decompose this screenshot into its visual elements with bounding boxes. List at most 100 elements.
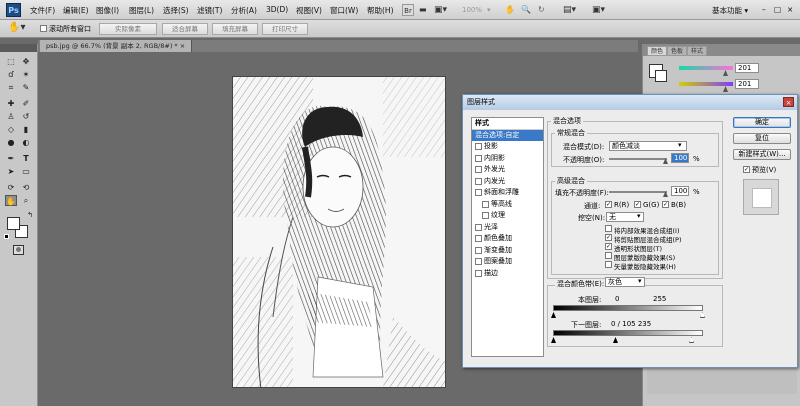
lasso-tool-icon[interactable]: ɗ [5,69,17,80]
tab-styles[interactable]: 样式 [687,46,708,56]
style-item-satin[interactable]: 光泽 [472,222,543,234]
swap-colors-icon[interactable]: ↰ [24,210,36,221]
style-checkbox[interactable] [475,189,482,197]
rotate-view-icon[interactable]: ↻ [538,4,545,16]
eraser-icon[interactable]: ◇ [5,124,17,135]
dialog-close-icon[interactable]: × [783,97,794,107]
fill-opacity-slider[interactable] [609,191,667,193]
gradient-tool-icon[interactable]: ▮ [20,124,32,135]
zoom-dropdown-icon[interactable]: ▾ [487,4,491,16]
document-canvas-image[interactable] [232,76,446,388]
workspace-switcher[interactable]: 基本功能 ▾ [712,5,748,16]
preview-checkbox[interactable]: ✓ [743,166,750,173]
hand-tool-preset-icon[interactable]: ✋▾ [8,22,25,33]
styles-header[interactable]: 样式 [472,118,543,130]
arrange-documents-icon[interactable]: ▤▾ [563,4,576,16]
style-checkbox[interactable] [475,258,482,266]
bridge-icon[interactable]: Br [402,4,414,16]
blend-mode-select[interactable]: 颜色减淡 [609,141,687,151]
menu-edit[interactable]: 编辑(E) [63,5,89,16]
magic-wand-icon[interactable]: ✶ [20,69,32,80]
menu-3d[interactable]: 3D(D) [266,5,288,14]
style-checkbox[interactable] [482,212,489,220]
minimize-button[interactable]: – [762,5,766,14]
style-checkbox[interactable] [475,235,482,243]
menu-file[interactable]: 文件(F) [30,5,55,16]
zoom-level[interactable]: 100% [462,4,482,16]
close-button[interactable]: × [787,5,793,14]
default-colors-icon[interactable] [4,234,9,239]
tab-color[interactable]: 颜色 [647,46,668,56]
color-value-2[interactable]: 201 [735,79,759,89]
channel-g-checkbox[interactable]: ✓ [634,201,641,208]
ruler-icon[interactable]: ▬ [419,4,427,16]
hand-tool-icon-selected[interactable]: ✋ [5,195,17,206]
style-item-inner-glow[interactable]: 内发光 [472,176,543,188]
style-item-outer-glow[interactable]: 外发光 [472,164,543,176]
style-checkbox[interactable] [482,200,489,208]
style-item-drop-shadow[interactable]: 投影 [472,141,543,153]
ok-button[interactable]: 确定 [733,117,791,128]
style-item-color-overlay[interactable]: 颜色叠加 [472,233,543,245]
fit-screen-button[interactable]: 适合屏幕 [162,23,208,35]
style-checkbox[interactable] [475,154,482,162]
quick-mask-icon[interactable] [13,245,24,255]
new-style-button[interactable]: 新建样式(W)... [733,149,791,160]
crop-tool-icon[interactable]: ⌗ [5,82,17,93]
foreground-color-swatch[interactable] [7,217,20,230]
blur-tool-icon[interactable]: ● [5,137,17,148]
zoom-tool-icon[interactable]: 🔍 [521,4,531,16]
opacity-input[interactable]: 100 [671,153,689,163]
style-item-bevel-emboss[interactable]: 斜面和浮雕 [472,187,543,199]
channel-b-checkbox[interactable]: ✓ [662,201,669,208]
menu-analysis[interactable]: 分析(A) [231,5,257,16]
style-checkbox[interactable] [475,246,482,254]
screen-mode-icon[interactable]: ▣▾ [592,4,605,16]
color-slider-2-knob[interactable] [723,86,728,92]
panel-bg-swatch[interactable] [655,70,667,82]
color-slider-1-knob[interactable] [723,70,728,76]
tab-swatches[interactable]: 色板 [667,46,688,56]
adv-checkbox-4[interactable] [605,252,612,259]
menu-view[interactable]: 视图(V) [296,5,322,16]
brush-tool-icon[interactable]: ✐ [20,98,32,109]
style-checkbox[interactable] [475,143,482,151]
channel-r-checkbox[interactable]: ✓ [605,201,612,208]
adv-checkbox-5[interactable] [605,261,612,268]
menu-image[interactable]: 图像(I) [96,5,119,16]
style-item-texture[interactable]: 纹理 [472,210,543,222]
style-checkbox[interactable] [475,177,482,185]
healing-brush-icon[interactable]: ✚ [5,98,17,109]
shape-tool-icon[interactable]: ▭ [20,166,32,177]
style-checkbox[interactable] [475,269,482,277]
path-selection-icon[interactable]: ➤ [5,166,17,177]
hand-tool-icon[interactable]: ✋ [505,4,515,16]
3d-rotate-icon[interactable]: ⟳ [5,182,17,193]
3d-orbit-icon[interactable]: ⟲ [20,182,32,193]
menu-filter[interactable]: 滤镜(T) [197,5,222,16]
maximize-button[interactable]: □ [774,5,781,14]
menu-help[interactable]: 帮助(H) [367,5,394,16]
color-slider-2[interactable] [679,82,733,86]
style-checkbox[interactable] [475,166,482,174]
fill-screen-button[interactable]: 填充屏幕 [212,23,258,35]
actual-pixels-button[interactable]: 实际像素 [99,23,157,35]
adv-checkbox-3[interactable]: ✓ [605,243,612,250]
zoom-tool-box-icon[interactable]: ⌕ [20,195,32,206]
document-tab[interactable]: psb.jpg @ 66.7% (背景 副本 2, RGB/8#) * × [40,40,193,52]
style-item-gradient-overlay[interactable]: 渐变叠加 [472,245,543,257]
opacity-slider[interactable] [609,158,667,160]
reset-button[interactable]: 复位 [733,133,791,144]
pen-tool-icon[interactable]: ✒ [5,153,17,164]
print-size-button[interactable]: 打印尺寸 [262,23,308,35]
move-tool-icon[interactable]: ✥ [20,56,32,67]
history-brush-icon[interactable]: ↺ [20,111,32,122]
adv-checkbox-1[interactable] [605,225,612,232]
color-slider-1[interactable] [679,66,733,70]
menu-window[interactable]: 窗口(W) [330,5,358,16]
marquee-tool-icon[interactable]: ⬚ [5,56,17,67]
style-checkbox[interactable] [475,223,482,231]
eyedropper-icon[interactable]: ✎ [20,82,32,93]
style-item-blending-options[interactable]: 混合选项:自定 [472,129,543,141]
fill-opacity-input[interactable]: 100 [671,186,689,196]
